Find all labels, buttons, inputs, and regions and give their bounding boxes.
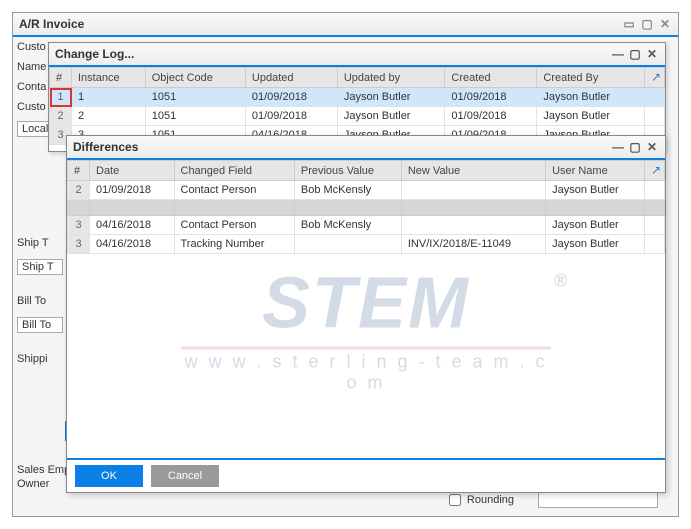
table-row[interactable]: 11105101/09/2018Jayson Butler01/09/2018J…	[50, 88, 665, 107]
col-previous-value[interactable]: Previous Value	[294, 161, 401, 181]
minimize-icon[interactable]: ▭	[622, 17, 636, 31]
maximize-icon[interactable]: ▢	[640, 17, 654, 31]
row-number[interactable]: 3	[68, 216, 90, 235]
bottom-left-labels: Sales Empl Owner	[17, 464, 73, 490]
close-icon[interactable]: ✕	[645, 140, 659, 154]
differences-window: Differences — ▢ ✕ # Date Changed Field P…	[66, 135, 666, 493]
differences-footer: OK Cancel	[67, 458, 665, 492]
rounding-input[interactable]	[538, 492, 658, 508]
table-row[interactable]: 304/16/2018Contact PersonBob McKenslyJay…	[68, 216, 665, 235]
table-row[interactable]: 201/09/2018Contact PersonBob McKenslyJay…	[68, 181, 665, 200]
col-date[interactable]: Date	[90, 161, 175, 181]
table-row[interactable]: 304/16/2018Tracking NumberINV/IX/2018/E-…	[68, 235, 665, 254]
differences-title: Differences	[73, 140, 138, 154]
minimize-icon[interactable]: —	[611, 47, 625, 61]
col-updated[interactable]: Updated	[245, 68, 337, 88]
col-num[interactable]: #	[68, 161, 90, 181]
col-user-name[interactable]: User Name	[546, 161, 645, 181]
watermark-reg: ®	[554, 271, 569, 292]
change-log-titlebar: Change Log... — ▢ ✕	[49, 43, 665, 67]
col-created-by[interactable]: Created By	[537, 68, 645, 88]
label-bill-to: Bill To	[17, 295, 63, 311]
row-number[interactable]: 1	[50, 88, 72, 107]
table-row[interactable]	[68, 200, 665, 216]
col-created[interactable]: Created	[445, 68, 537, 88]
col-expand[interactable]: ↗	[645, 68, 665, 88]
label-ship-to: Ship T	[17, 237, 63, 253]
maximize-icon[interactable]: ▢	[628, 47, 642, 61]
label-rounding: Rounding	[467, 494, 514, 506]
differences-grid[interactable]: # Date Changed Field Previous Value New …	[67, 160, 665, 254]
watermark-url: w w w . s t e r l i n g - t e a m . c o …	[181, 352, 551, 394]
differences-titlebar: Differences — ▢ ✕	[67, 136, 665, 160]
ar-invoice-title: A/R Invoice	[19, 17, 84, 31]
row-number[interactable]: 2	[68, 181, 90, 200]
col-expand[interactable]: ↗	[645, 161, 665, 181]
expand-icon[interactable]: ↗	[651, 70, 661, 84]
ship-to-select[interactable]: Ship T	[17, 259, 63, 275]
minimize-icon[interactable]: —	[611, 140, 625, 154]
close-icon[interactable]: ✕	[645, 47, 659, 61]
col-new-value[interactable]: New Value	[401, 161, 545, 181]
col-num[interactable]: #	[50, 68, 72, 88]
expand-icon[interactable]: ↗	[651, 163, 661, 177]
watermark-brand: STEM	[262, 264, 470, 344]
col-updated-by[interactable]: Updated by	[337, 68, 445, 88]
label-shipping: Shippi	[17, 353, 63, 369]
row-number[interactable]: 2	[50, 107, 72, 126]
rounding-checkbox[interactable]	[449, 494, 461, 506]
shipping-billing-labels: Ship T Ship T Bill To Bill To Shippi	[17, 237, 63, 369]
label-owner: Owner	[17, 478, 73, 490]
col-instance[interactable]: Instance	[72, 68, 146, 88]
maximize-icon[interactable]: ▢	[628, 140, 642, 154]
ok-button[interactable]: OK	[75, 465, 143, 487]
table-row[interactable]: 22105101/09/2018Jayson Butler01/09/2018J…	[50, 107, 665, 126]
label-sales-employee: Sales Empl	[17, 464, 73, 476]
change-log-title: Change Log...	[55, 47, 134, 61]
row-number[interactable]: 3	[68, 235, 90, 254]
close-icon[interactable]: ✕	[658, 17, 672, 31]
cancel-button[interactable]: Cancel	[151, 465, 219, 487]
watermark: STEM® w w w . s t e r l i n g - t e a m …	[181, 263, 551, 394]
change-log-grid[interactable]: # Instance Object Code Updated Updated b…	[49, 67, 665, 145]
ar-invoice-titlebar: A/R Invoice ▭ ▢ ✕	[13, 13, 678, 37]
col-changed-field[interactable]: Changed Field	[174, 161, 294, 181]
bill-to-select[interactable]: Bill To	[17, 317, 63, 333]
col-object-code[interactable]: Object Code	[145, 68, 245, 88]
